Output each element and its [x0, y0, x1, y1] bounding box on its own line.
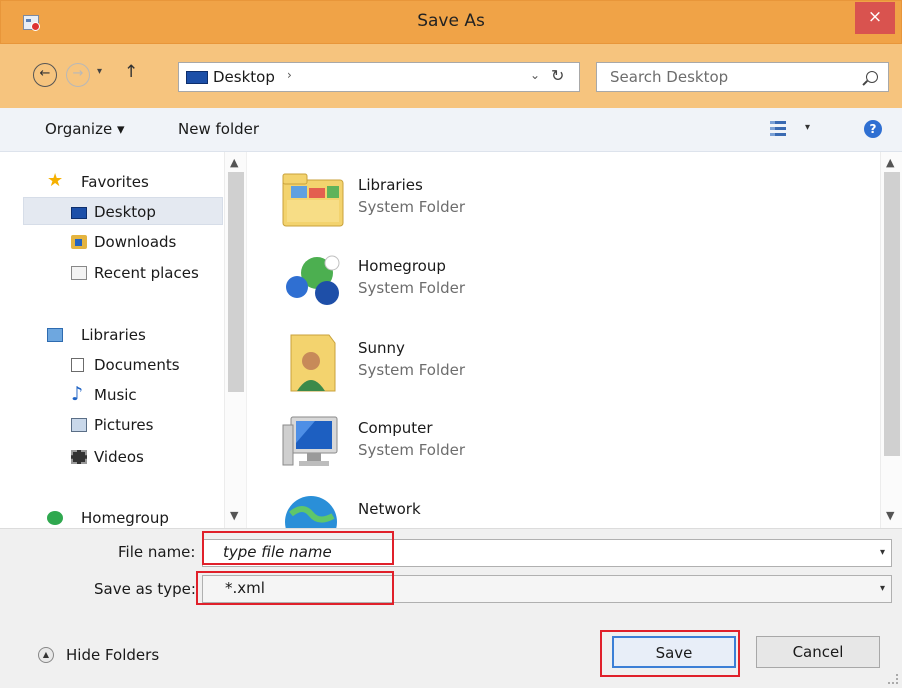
change-view-icon[interactable]	[770, 121, 786, 137]
cancel-button[interactable]: Cancel	[756, 636, 880, 668]
sidebar-item-libraries[interactable]: Libraries	[47, 321, 223, 349]
scroll-down-icon[interactable]: ▼	[230, 509, 238, 522]
address-dropdown-icon[interactable]: ⌄	[530, 68, 540, 82]
file-name-highlight	[202, 531, 394, 565]
navigation-bar: ← → ▾ ↑ Desktop › ⌄ ↻ Search Desktop	[0, 44, 902, 108]
list-item-sunny[interactable]: Sunny System Folder	[277, 329, 737, 399]
music-icon: ♪	[71, 383, 84, 405]
navigation-pane: ★ Favorites Desktop Downloads Recent pla…	[0, 152, 246, 528]
pictures-icon	[71, 418, 87, 432]
hide-folders-button[interactable]: Hide Folders	[66, 646, 159, 664]
sidebar-item-label: Downloads	[94, 233, 177, 251]
scroll-up-icon[interactable]: ▲	[886, 156, 894, 169]
up-level-button[interactable]: ↑	[124, 62, 138, 82]
navigation-scrollbar[interactable]: ▲ ▼	[224, 152, 246, 528]
close-button[interactable]: ×	[855, 2, 895, 34]
sidebar-item-label: Recent places	[94, 264, 199, 282]
homegroup-icon	[286, 255, 340, 305]
search-input[interactable]: Search Desktop	[596, 62, 889, 92]
recent-locations-chevron-icon[interactable]: ▾	[97, 66, 102, 77]
sidebar-item-music[interactable]: ♪ Music	[47, 381, 223, 409]
sidebar-item-label: Pictures	[94, 416, 154, 434]
list-item-libraries[interactable]: Libraries System Folder	[277, 166, 737, 236]
save-button-highlight	[600, 630, 740, 677]
help-icon[interactable]: ?	[864, 120, 882, 138]
sidebar-item-videos[interactable]: Videos	[47, 443, 223, 471]
search-icon[interactable]	[866, 71, 878, 83]
favorites-star-icon: ★	[47, 170, 64, 191]
sidebar-item-label: Music	[94, 386, 137, 404]
content-scrollbar[interactable]: ▲ ▼	[880, 152, 902, 528]
scroll-up-icon[interactable]: ▲	[230, 156, 238, 169]
sidebar-item-downloads[interactable]: Downloads	[47, 228, 223, 256]
item-name: Sunny	[358, 339, 405, 357]
desktop-icon	[71, 207, 87, 219]
sidebar-item-recent-places[interactable]: Recent places	[47, 259, 223, 287]
item-name: Libraries	[358, 176, 423, 194]
sidebar-item-label: Documents	[94, 356, 180, 374]
sidebar-item-label: Homegroup	[81, 509, 169, 527]
title-bar: Save As ×	[0, 0, 902, 44]
new-folder-button[interactable]: New folder	[178, 120, 259, 138]
desktop-icon	[186, 71, 208, 84]
window-title: Save As	[417, 11, 485, 31]
view-options-chevron-icon[interactable]: ▾	[805, 122, 810, 133]
file-name-dropdown-icon[interactable]: ▾	[880, 547, 885, 558]
libraries-icon	[47, 328, 63, 342]
sidebar-item-favorites[interactable]: ★ Favorites	[47, 168, 223, 196]
address-bar[interactable]: Desktop › ⌄ ↻	[178, 62, 580, 92]
refresh-icon[interactable]: ↻	[551, 66, 564, 85]
scrollbar-thumb[interactable]	[228, 172, 244, 392]
sidebar-item-homegroup[interactable]: Homegroup	[47, 504, 223, 528]
item-type: System Folder	[358, 361, 466, 379]
scroll-down-icon[interactable]: ▼	[886, 509, 894, 522]
breadcrumb-chevron-icon[interactable]: ›	[287, 68, 292, 82]
item-type: System Folder	[358, 441, 466, 459]
sidebar-item-desktop[interactable]: Desktop	[23, 197, 223, 225]
save-as-type-dropdown-icon[interactable]: ▾	[880, 583, 885, 594]
sidebar-item-documents[interactable]: Documents	[47, 351, 223, 379]
computer-icon	[282, 416, 338, 466]
organize-menu[interactable]: Organize ▾	[45, 120, 125, 138]
item-name: Homegroup	[358, 257, 446, 275]
scrollbar-thumb[interactable]	[884, 172, 900, 456]
list-item-computer[interactable]: Computer System Folder	[277, 409, 737, 479]
sidebar-item-label: Libraries	[81, 326, 146, 344]
homegroup-icon	[47, 511, 63, 525]
sidebar-item-label: Desktop	[94, 203, 156, 221]
save-options-panel: File name: type file name ▾ Save as type…	[0, 528, 902, 688]
search-placeholder: Search Desktop	[610, 68, 729, 86]
sidebar-item-pictures[interactable]: Pictures	[47, 411, 223, 439]
list-item-homegroup[interactable]: Homegroup System Folder	[277, 247, 737, 317]
item-name: Network	[358, 500, 421, 518]
address-location[interactable]: Desktop	[213, 68, 275, 86]
videos-icon	[71, 450, 87, 464]
command-bar: Organize ▾ New folder ▾ ?	[0, 108, 902, 152]
network-icon	[285, 496, 337, 528]
libraries-folder-icon	[282, 173, 344, 227]
sidebar-item-label: Videos	[94, 448, 144, 466]
item-type: System Folder	[358, 198, 466, 216]
downloads-icon	[71, 235, 87, 249]
save-as-type-highlight	[196, 571, 394, 605]
sidebar-item-label: Favorites	[81, 173, 149, 191]
recent-places-icon	[71, 266, 87, 280]
item-name: Computer	[358, 419, 433, 437]
documents-icon	[71, 358, 84, 372]
resize-grip-icon[interactable]	[888, 674, 898, 684]
save-as-type-label: Save as type:	[94, 580, 196, 598]
item-type: System Folder	[358, 279, 466, 297]
file-list: Libraries System Folder Homegroup System…	[246, 152, 902, 528]
back-button[interactable]: ←	[33, 63, 57, 87]
list-item-network[interactable]: Network	[277, 490, 737, 528]
forward-button[interactable]: →	[66, 63, 90, 87]
user-folder-icon	[290, 334, 336, 392]
file-name-label: File name:	[118, 543, 196, 561]
hide-folders-icon[interactable]: ▲	[38, 647, 54, 663]
